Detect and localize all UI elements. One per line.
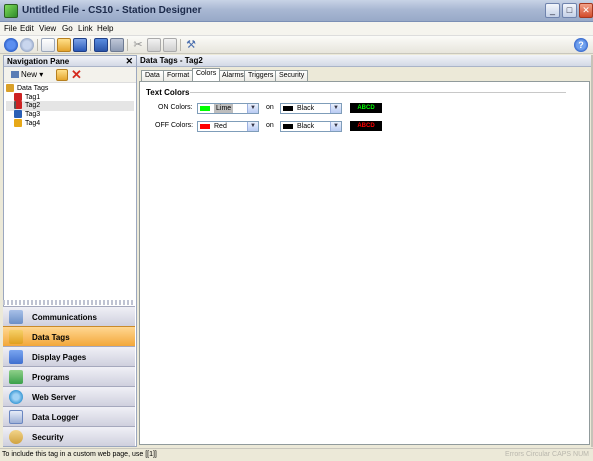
tab-data[interactable]: Data (141, 70, 164, 81)
tree-item-tag4[interactable]: Tag4 (14, 119, 40, 129)
forward-icon[interactable] (20, 38, 34, 52)
menu-view[interactable]: View (39, 24, 56, 33)
folder-tags-icon (6, 84, 14, 93)
new-tag-icon (11, 71, 19, 79)
black-swatch (283, 124, 293, 129)
off-background-color-select[interactable]: Black ▼ (280, 121, 342, 132)
window-title: Untitled File - CS10 - Station Designer (22, 5, 202, 16)
nav-category-data-tags[interactable]: Data Tags (3, 326, 135, 346)
black-swatch (283, 106, 293, 111)
nav-category-display-pages[interactable]: Display Pages (3, 346, 135, 366)
chevron-down-icon: ▼ (330, 104, 341, 113)
open-folder-icon[interactable] (57, 38, 71, 52)
colors-tab-panel: Text Colors ON Colors: Lime ▼ on Black ▼… (139, 81, 590, 445)
nav-category-communications[interactable]: Communications (3, 306, 135, 326)
navigation-pane-title: Navigation Pane (7, 57, 70, 66)
status-bar: To include this tag in a custom web page… (0, 448, 593, 461)
cut-icon[interactable]: ✂ (131, 38, 145, 52)
text-colors-group-title: Text Colors (146, 88, 190, 97)
paste-icon[interactable] (163, 38, 177, 52)
display-pages-icon (9, 350, 23, 364)
navigation-pane-splitter[interactable] (3, 300, 135, 305)
add-tag-icon[interactable] (56, 69, 68, 81)
app-icon (4, 4, 18, 18)
chevron-down-icon: ▼ (330, 122, 341, 131)
new-file-icon[interactable] (41, 38, 55, 52)
tab-format[interactable]: Format (163, 70, 194, 81)
new-dropdown-button[interactable]: New ▾ (11, 70, 43, 79)
group-divider (190, 92, 566, 93)
status-indicators: Errors Circular CAPS NUM (504, 451, 589, 458)
toolbar-separator (90, 39, 91, 51)
maximize-button[interactable]: □ (562, 3, 577, 18)
data-logger-icon (9, 410, 23, 424)
wand-icon[interactable]: ⚒ (184, 38, 198, 52)
on-connector-label: on (266, 122, 274, 129)
programs-icon (9, 370, 23, 384)
close-icon[interactable]: ✕ (125, 56, 133, 67)
on-color-preview: ABCD (350, 103, 382, 113)
copy-icon[interactable] (147, 38, 161, 52)
on-colors-label: ON Colors: (158, 104, 193, 111)
menu-link[interactable]: Link (78, 24, 93, 33)
status-message: To include this tag in a custom web page… (2, 451, 157, 458)
menu-file[interactable]: File (4, 24, 17, 33)
minimize-button[interactable]: _ (545, 3, 560, 18)
tag-red-icon (14, 93, 22, 102)
title-bar: Untitled File - CS10 - Station Designer … (0, 0, 593, 22)
toolbar-separator (180, 39, 181, 51)
new-label: New (21, 70, 38, 79)
red-swatch (200, 124, 210, 129)
menu-bar: File Edit View Go Link Help (0, 22, 593, 36)
tag-flag-icon (14, 101, 22, 110)
toolbar-separator (127, 39, 128, 51)
back-icon[interactable] (4, 38, 18, 52)
lime-swatch (200, 106, 210, 111)
communications-icon (9, 310, 23, 324)
close-button[interactable]: ✕ (579, 3, 593, 18)
toolbar-separator (37, 39, 38, 51)
on-foreground-color-select[interactable]: Lime ▼ (197, 103, 259, 114)
navigation-toolbar: New ▾ ✕ (4, 67, 136, 83)
menu-go[interactable]: Go (62, 24, 73, 33)
off-colors-label: OFF Colors: (155, 122, 194, 129)
tag-blue-icon (14, 110, 22, 119)
toolbar: ✂ ⚒ ? (0, 36, 593, 54)
web-server-icon (9, 390, 23, 404)
download-icon[interactable] (94, 38, 108, 52)
nav-category-programs[interactable]: Programs (3, 366, 135, 386)
nav-category-data-logger[interactable]: Data Logger (3, 406, 135, 426)
app-window: Untitled File - CS10 - Station Designer … (0, 0, 593, 461)
tab-triggers[interactable]: Triggers (244, 70, 278, 81)
chevron-down-icon: ▼ (247, 122, 258, 131)
on-background-color-select[interactable]: Black ▼ (280, 103, 342, 114)
help-icon[interactable]: ? (574, 38, 588, 52)
tab-strip: Data Format Colors Alarms Triggers Secur… (137, 67, 591, 81)
tab-colors[interactable]: Colors (192, 68, 221, 81)
data-tags-icon (9, 330, 23, 344)
upload-icon[interactable] (110, 38, 124, 52)
nav-category-security[interactable]: Security (3, 426, 135, 446)
editor-title: Data Tags - Tag2 (140, 56, 203, 65)
off-color-preview: ABCD (350, 121, 382, 131)
off-foreground-color-select[interactable]: Red ▼ (197, 121, 259, 132)
menu-edit[interactable]: Edit (20, 24, 34, 33)
editor-header: Data Tags - Tag2 (137, 55, 591, 67)
navigation-pane-header: Navigation Pane ✕ (4, 56, 136, 67)
security-icon (9, 430, 23, 444)
save-icon[interactable] (73, 38, 87, 52)
on-connector-label: on (266, 104, 274, 111)
delete-icon[interactable]: ✕ (71, 67, 82, 83)
tab-security[interactable]: Security (275, 70, 309, 81)
nav-category-web-server[interactable]: Web Server (3, 386, 135, 406)
chevron-down-icon: ▼ (247, 104, 258, 113)
tag-yellow-icon (14, 119, 22, 128)
menu-help[interactable]: Help (97, 24, 113, 33)
